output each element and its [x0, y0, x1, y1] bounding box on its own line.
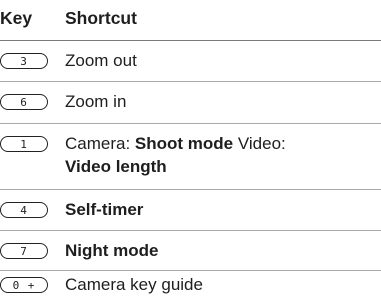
video-length-label: Video length — [65, 157, 167, 176]
table-row: 1 Camera: Shoot mode Video: Video length — [0, 123, 381, 190]
row-description: Zoom in — [65, 92, 127, 111]
key-3-icon: 3 — [0, 53, 48, 69]
row-description: Camera: Shoot mode Video: Video length — [65, 132, 286, 178]
self-timer-label: Self-timer — [65, 200, 144, 219]
header-shortcut: Shortcut — [65, 8, 137, 28]
shoot-mode-label: Shoot mode — [134, 134, 234, 153]
table-row: 0 + Camera key guide — [0, 270, 381, 301]
row-description: Zoom out — [65, 51, 137, 70]
row-description: Self-timer — [65, 198, 143, 221]
row-description: Night mode — [65, 239, 159, 262]
table-header: Key Shortcut — [0, 0, 381, 41]
header-key: Key — [0, 8, 33, 28]
table-row: 6 Zoom in — [0, 81, 381, 124]
camera-label: Camera: — [65, 134, 135, 153]
table-row: 4 Self-timer — [0, 189, 381, 231]
key-7-icon: 7 — [0, 243, 48, 259]
key-1-icon: 1 — [0, 136, 48, 152]
key-4-icon: 4 — [0, 202, 48, 218]
night-mode-label: Night mode — [65, 241, 159, 260]
table-row: 7 Night mode — [0, 230, 381, 271]
row-description: Camera key guide — [65, 275, 203, 294]
video-label: Video: — [233, 134, 286, 153]
key-0-plus-icon: 0 + — [0, 277, 48, 293]
key-6-icon: 6 — [0, 94, 48, 110]
table-row: 3 Zoom out — [0, 40, 381, 82]
